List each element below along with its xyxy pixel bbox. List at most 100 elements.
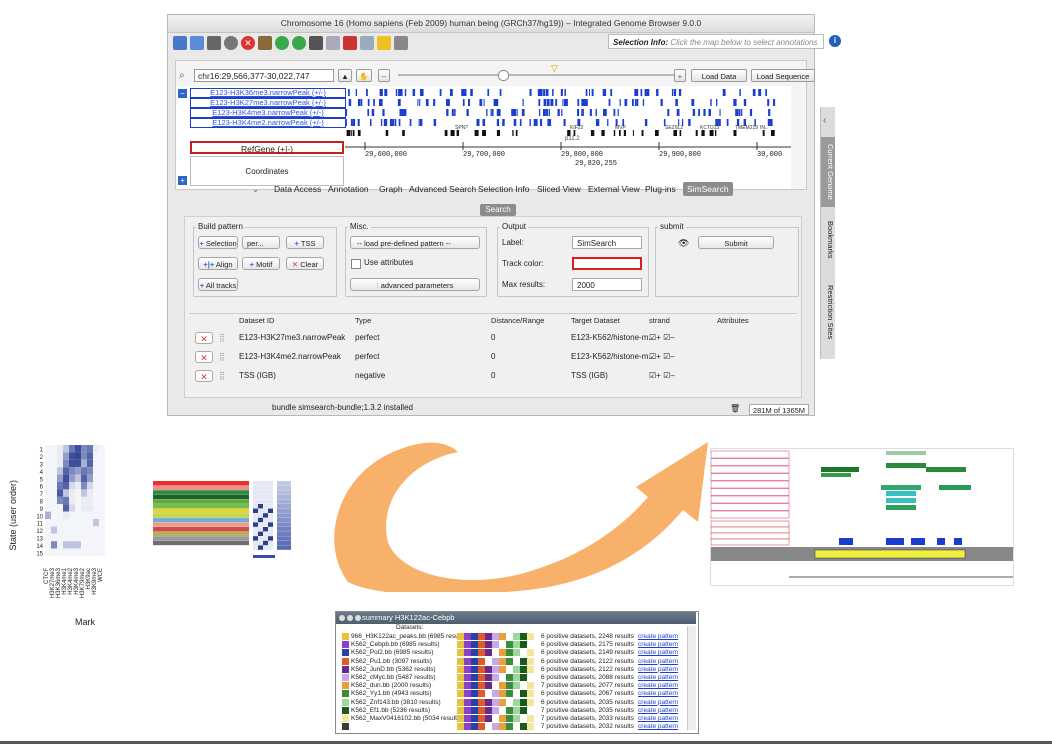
heatmap-cell — [57, 467, 63, 475]
row-distance[interactable]: 0 — [491, 333, 495, 342]
row-strand[interactable]: ☑+ ☑– — [649, 371, 675, 380]
tab-simsearch[interactable]: SimSearch — [683, 182, 733, 196]
per-select[interactable]: per... — [242, 236, 280, 249]
label-input[interactable]: SimSearch — [572, 236, 642, 249]
chevron-left-icon[interactable]: ‹ — [823, 115, 826, 126]
row-type[interactable]: negative — [355, 371, 385, 380]
search-button[interactable]: Search — [480, 204, 516, 216]
side-tab-restriction-sites[interactable]: Restriction Sites — [821, 275, 835, 349]
remove-row-button[interactable]: ✕ — [195, 332, 213, 344]
back-icon[interactable] — [275, 36, 289, 50]
collapse-icon[interactable]: − — [178, 89, 187, 98]
zoom-slider[interactable] — [398, 74, 676, 76]
drag-handle-icon[interactable]: ⣿ — [219, 333, 225, 342]
forward-icon[interactable] — [292, 36, 306, 50]
info-icon[interactable]: i — [829, 35, 841, 47]
motif-button[interactable]: + Motif — [242, 257, 280, 270]
row-target[interactable]: E123-K562/histone-m... — [571, 333, 655, 342]
refgene-track-label[interactable]: RefGene (+|-) — [190, 141, 344, 154]
row-target[interactable]: E123-K562/histone-m... — [571, 352, 655, 361]
window-icon[interactable] — [360, 36, 374, 50]
maximize-icon[interactable] — [355, 615, 361, 621]
all-tracks-button[interactable]: + All tracks — [198, 278, 238, 291]
advanced-parameters-button[interactable]: ⫶ advanced parameters — [350, 278, 480, 291]
gear-icon[interactable] — [224, 36, 238, 50]
track-label-h3k27me3[interactable]: E123-H3K27me3.narrowPeak (+/-) — [190, 98, 346, 108]
tab-selection-info[interactable]: Selection Info — [478, 182, 530, 196]
coordinates-input[interactable]: chr16:29,566,377-30,022,747 — [194, 69, 334, 82]
align-button[interactable]: +|+ Align — [198, 257, 238, 270]
screenshot-icon[interactable] — [343, 36, 357, 50]
submit-button[interactable]: Submit — [698, 236, 774, 249]
legend-cell — [258, 481, 263, 486]
zoom-slider-knob[interactable] — [498, 70, 509, 81]
tab-sliced-view[interactable]: Sliced View — [537, 182, 581, 196]
clear-button[interactable]: ✕ Clear — [286, 257, 324, 270]
stop-icon[interactable]: ✕ — [241, 36, 255, 50]
row-target[interactable]: TSS (IGB) — [571, 371, 608, 380]
create-pattern-link[interactable]: create pattern — [638, 722, 678, 731]
load-sequence-button[interactable]: Load Sequence — [751, 69, 815, 82]
remove-row-button[interactable]: ✕ — [195, 351, 213, 363]
save-icon[interactable] — [190, 36, 204, 50]
tab-data-access[interactable]: Data Access — [274, 182, 321, 196]
max-results-input[interactable]: 2000 — [572, 278, 642, 291]
track-color-field[interactable] — [572, 257, 642, 270]
tss-button[interactable]: + TSS — [286, 236, 324, 249]
comment-icon[interactable] — [377, 36, 391, 50]
dataset-color-swatch — [342, 723, 349, 731]
tab-graph[interactable]: Graph — [379, 182, 403, 196]
side-tab-current-genome[interactable]: Current Genome — [821, 137, 835, 207]
tab-external-view[interactable]: External View — [588, 182, 640, 196]
search-icon[interactable]: ⌕ — [179, 70, 190, 81]
zoom-in-button[interactable]: + — [674, 69, 686, 82]
bookmark-icon[interactable] — [258, 36, 272, 50]
open-file-icon[interactable] — [173, 36, 187, 50]
row-distance[interactable]: 0 — [491, 371, 495, 380]
heatmap-cell — [99, 496, 105, 505]
row-type[interactable]: perfect — [355, 352, 379, 361]
expand-icon[interactable]: + — [178, 176, 187, 185]
pattern-select[interactable]: -- load pre-defined pattern -- — [350, 236, 480, 249]
close-icon[interactable] — [339, 615, 345, 621]
columns-icon[interactable] — [309, 36, 323, 50]
use-attributes-checkbox[interactable] — [351, 259, 361, 269]
track-label-h3k4me3[interactable]: E123-H3K4me3.narrowPeak (+/-) — [190, 108, 346, 118]
tab-plug-ins[interactable]: Plug-ins — [645, 182, 676, 196]
legend-row — [153, 536, 249, 541]
row-distance[interactable]: 0 — [491, 352, 495, 361]
selection-button[interactable]: + Selection — [198, 236, 238, 249]
scrollbar[interactable] — [687, 626, 696, 730]
legend-value — [277, 531, 291, 536]
track-area[interactable]: − + E123-H3K36me3.narrowPeak (+/-) E123-… — [176, 86, 791, 189]
row-type[interactable]: perfect — [355, 333, 379, 342]
heatmap-cell — [93, 526, 99, 534]
track-data-view[interactable]: 29,600,000 29,700,000 29,800,000 29,900,000… — [345, 86, 791, 186]
print-icon[interactable] — [207, 36, 221, 50]
trash-icon[interactable]: 🗑 — [730, 404, 740, 413]
minimize-icon[interactable] — [347, 615, 353, 621]
load-data-button[interactable]: Load Data — [691, 69, 747, 82]
layout-icon[interactable] — [326, 36, 340, 50]
tab-annotation[interactable]: Annotation — [328, 182, 369, 196]
memory-usage-text: 281M of 1365M — [752, 406, 806, 415]
row-strand[interactable]: ☑+ ☑– — [649, 352, 675, 361]
zoom-out-button[interactable]: − — [378, 69, 390, 82]
select-arrow-icon[interactable]: ▲ — [338, 69, 352, 82]
heatmap-cell — [99, 489, 105, 497]
drag-handle-icon[interactable]: ⣿ — [219, 371, 225, 380]
legend-cell — [258, 513, 263, 518]
track-label-h3k4me2[interactable]: E123-H3K4me2.narrowPeak (+/-) — [190, 118, 346, 128]
hand-icon[interactable]: ✋ — [356, 69, 372, 82]
chevron-down-icon[interactable]: ⌄ — [252, 182, 259, 196]
overlap-box — [464, 698, 471, 706]
eye-icon[interactable]: 👁 — [678, 238, 689, 249]
track-label-h3k36me3[interactable]: E123-H3K36me3.narrowPeak (+/-) — [190, 88, 346, 98]
side-tab-bookmarks[interactable]: Bookmarks — [821, 217, 835, 263]
home-icon[interactable] — [394, 36, 408, 50]
tab-advanced-search[interactable]: Advanced Search — [409, 182, 476, 196]
row-strand[interactable]: ☑+ ☑– — [649, 333, 675, 342]
drag-handle-icon[interactable]: ⣿ — [219, 352, 225, 361]
heatmap-cell — [45, 489, 51, 497]
remove-row-button[interactable]: ✕ — [195, 370, 213, 382]
